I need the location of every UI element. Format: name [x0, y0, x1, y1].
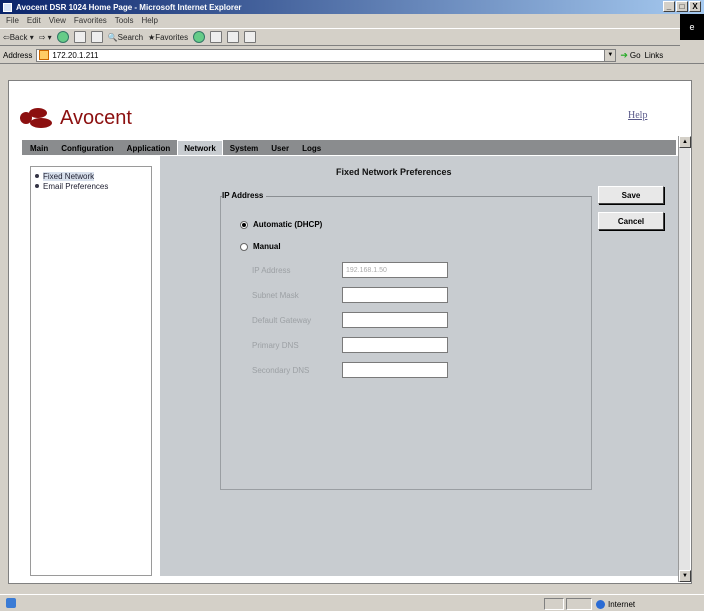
default-gateway-input[interactable] — [342, 312, 448, 328]
tab-user[interactable]: User — [265, 142, 296, 155]
cancel-button[interactable]: Cancel — [598, 212, 664, 230]
go-arrow-icon: ➔ — [620, 49, 628, 60]
maximize-button[interactable]: □ — [676, 1, 688, 12]
tab-application[interactable]: Application — [120, 142, 177, 155]
field-label: Secondary DNS — [252, 365, 310, 375]
field-label: Subnet Mask — [252, 290, 299, 300]
links-button[interactable]: Links — [645, 51, 664, 60]
window-controls: _ □ X — [663, 1, 701, 12]
vertical-scrollbar[interactable]: ▲ ▼ — [678, 136, 691, 582]
primary-dns-input[interactable] — [342, 337, 448, 353]
help-link[interactable]: Help — [628, 110, 647, 121]
scroll-up-icon[interactable]: ▲ — [679, 136, 691, 148]
radio-label: Automatic (DHCP) — [253, 220, 323, 229]
window-titlebar: Avocent DSR 1024 Home Page - Microsoft I… — [0, 0, 704, 14]
sidebar-item-label: Email Preferences — [43, 181, 109, 191]
home-icon[interactable] — [90, 31, 103, 43]
status-segment — [544, 598, 564, 610]
ie-icon — [3, 2, 12, 12]
tab-main[interactable]: Main — [24, 142, 55, 155]
menu-view[interactable]: View — [49, 16, 66, 25]
menu-edit[interactable]: Edit — [27, 16, 41, 25]
globe-icon — [596, 599, 605, 609]
window-title: Avocent DSR 1024 Home Page - Microsoft I… — [16, 2, 242, 12]
radio-label: Manual — [253, 242, 281, 251]
stop-icon[interactable] — [56, 31, 69, 43]
go-button[interactable]: ➔ Go — [620, 50, 640, 61]
logo-text: Avocent — [60, 106, 132, 129]
page-title: Fixed Network Preferences — [336, 167, 452, 177]
print-icon[interactable] — [227, 31, 240, 43]
page-icon — [39, 50, 50, 60]
field-row-subnet-mask: Subnet Mask — [252, 287, 448, 303]
save-button[interactable]: Save — [598, 186, 664, 204]
subnet-mask-input[interactable] — [342, 287, 448, 303]
status-page-icon — [6, 598, 16, 608]
history-icon[interactable] — [193, 31, 206, 43]
scroll-down-icon[interactable]: ▼ — [679, 570, 691, 582]
tab-bar: Main Configuration Application Network S… — [22, 140, 676, 155]
ip-address-input[interactable]: 192.168.1.50 — [342, 262, 448, 278]
field-row-primary-dns: Primary DNS — [252, 337, 448, 353]
group-label: IP Address — [222, 191, 267, 200]
zone-label: Internet — [608, 599, 636, 609]
field-label: Default Gateway — [252, 315, 312, 325]
sidebar-item-email-preferences[interactable]: Email Preferences — [35, 181, 147, 191]
field-row-ip-address: IP Address 192.168.1.50 — [252, 262, 448, 278]
menu-bar: File Edit View Favorites Tools Help — [0, 14, 704, 27]
menu-file[interactable]: File — [6, 16, 19, 25]
menu-tools[interactable]: Tools — [115, 16, 134, 25]
avocent-logo-mark — [20, 106, 54, 130]
address-input[interactable]: 172.20.1.211 ▼ — [36, 48, 617, 62]
tab-configuration[interactable]: Configuration — [55, 142, 120, 155]
tab-system[interactable]: System — [223, 142, 265, 155]
address-dropdown-icon[interactable]: ▼ — [604, 49, 616, 61]
field-row-secondary-dns: Secondary DNS — [252, 362, 448, 378]
sidebar-item-label: Fixed Network — [43, 171, 95, 181]
refresh-icon[interactable] — [73, 31, 86, 43]
minimize-button[interactable]: _ — [663, 1, 675, 12]
radio-button[interactable] — [240, 220, 248, 229]
field-label: IP Address — [252, 265, 291, 275]
status-segment — [566, 598, 592, 610]
bullet-icon — [35, 174, 39, 178]
tab-network[interactable]: Network — [177, 140, 223, 155]
field-row-default-gateway: Default Gateway — [252, 312, 448, 328]
search-button[interactable]: 🔍Search — [108, 33, 143, 42]
back-button[interactable]: ⇦Back ▾ — [3, 33, 34, 42]
field-label: Primary DNS — [252, 340, 299, 350]
tab-logs[interactable]: Logs — [296, 142, 328, 155]
radio-automatic-dhcp[interactable]: Automatic (DHCP) — [240, 220, 322, 229]
security-zone: Internet — [596, 598, 635, 610]
menu-favorites[interactable]: Favorites — [74, 16, 107, 25]
mail-icon[interactable] — [210, 31, 223, 43]
secondary-dns-input[interactable] — [342, 362, 448, 378]
avocent-logo: Avocent — [20, 106, 132, 130]
address-label: Address — [3, 50, 33, 60]
bullet-icon — [35, 184, 39, 188]
radio-manual[interactable]: Manual — [240, 242, 281, 251]
menu-help[interactable]: Help — [141, 16, 157, 25]
radio-button[interactable] — [240, 242, 248, 251]
edit-icon[interactable] — [244, 31, 257, 43]
forward-button[interactable]: ⇨ ▾ — [39, 33, 52, 42]
status-bar: Internet — [0, 594, 704, 611]
close-button[interactable]: X — [689, 1, 701, 12]
address-value: 172.20.1.211 — [52, 50, 99, 60]
address-bar: Address 172.20.1.211 ▼ ➔ Go Links — [0, 47, 704, 64]
favorites-button[interactable]: ★Favorites — [148, 33, 188, 42]
ie-throbber-icon: e — [680, 14, 704, 40]
sidebar: Fixed Network Email Preferences — [30, 166, 152, 576]
browser-toolbar: ⇦Back ▾ ⇨ ▾ 🔍Search ★Favorites — [0, 28, 680, 46]
sidebar-item-fixed-network[interactable]: Fixed Network — [35, 171, 147, 181]
